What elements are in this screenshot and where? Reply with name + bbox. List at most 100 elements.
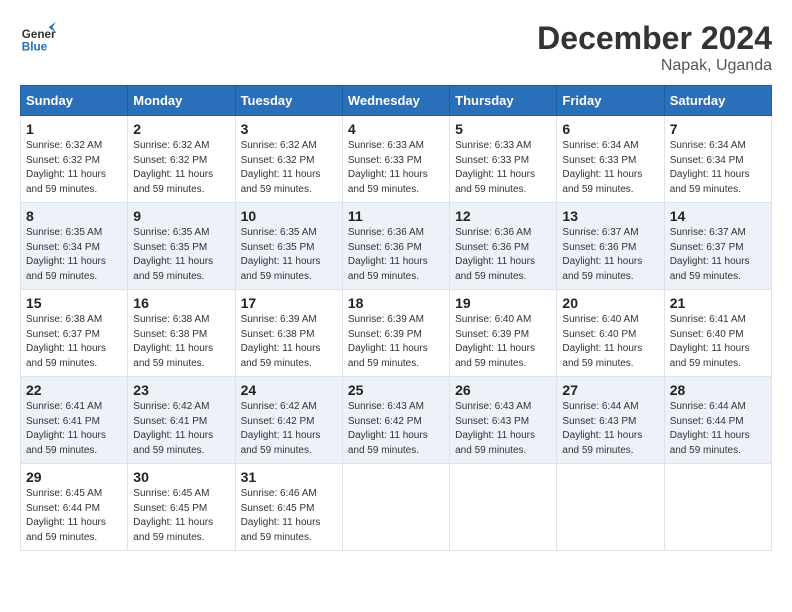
calendar-cell: 7Sunrise: 6:34 AMSunset: 6:34 PMDaylight… <box>664 116 771 203</box>
title-block: December 2024 Napak, Uganda <box>537 20 772 75</box>
week-row-2: 8 Sunrise: 6:35 AMSunset: 6:34 PMDaylight… <box>21 203 772 290</box>
day-header-saturday: Saturday <box>664 86 771 116</box>
day-header-monday: Monday <box>128 86 235 116</box>
calendar-cell: 29 Sunrise: 6:45 AMSunset: 6:44 PMDayligh… <box>21 464 128 551</box>
week-row-1: 1 Sunrise: 6:32 AMSunset: 6:32 PMDaylight… <box>21 116 772 203</box>
calendar-cell: 23Sunrise: 6:42 AMSunset: 6:41 PMDayligh… <box>128 377 235 464</box>
day-info: Sunrise: 6:39 AMSunset: 6:39 PMDaylight:… <box>348 313 444 371</box>
calendar-table: SundayMondayTuesdayWednesdayThursdayFrid… <box>20 85 772 551</box>
day-header-thursday: Thursday <box>450 86 557 116</box>
calendar-cell: 30Sunrise: 6:45 AMSunset: 6:45 PMDayligh… <box>128 464 235 551</box>
calendar-cell: 17 Sunrise: 6:39 AMSunset: 6:38 PMDayligh… <box>235 290 342 377</box>
day-number: 20 <box>562 295 658 311</box>
day-info: Sunrise: 6:45 AMSunset: 6:44 PMDaylight:… <box>26 487 122 545</box>
svg-text:General: General <box>22 28 56 41</box>
day-number: 27 <box>562 382 658 398</box>
calendar-cell: 1 Sunrise: 6:32 AMSunset: 6:32 PMDaylight… <box>21 116 128 203</box>
day-info: Sunrise: 6:35 AMSunset: 6:35 PMDaylight:… <box>133 226 229 284</box>
day-number: 17 <box>241 295 337 311</box>
calendar-cell: 13Sunrise: 6:37 AMSunset: 6:36 PMDayligh… <box>557 203 664 290</box>
day-info: Sunrise: 6:35 AMSunset: 6:34 PMDaylight:… <box>26 226 122 284</box>
day-number: 30 <box>133 469 229 485</box>
calendar-cell: 12Sunrise: 6:36 AMSunset: 6:36 PMDayligh… <box>450 203 557 290</box>
day-info: Sunrise: 6:38 AMSunset: 6:37 PMDaylight:… <box>26 313 122 371</box>
day-header-tuesday: Tuesday <box>235 86 342 116</box>
day-header-sunday: Sunday <box>21 86 128 116</box>
day-number: 11 <box>348 208 444 224</box>
calendar-cell: 25 Sunrise: 6:43 AMSunset: 6:42 PMDayligh… <box>342 377 449 464</box>
day-number: 15 <box>26 295 122 311</box>
day-info: Sunrise: 6:35 AMSunset: 6:35 PMDaylight:… <box>241 226 337 284</box>
calendar-cell: 16 Sunrise: 6:38 AMSunset: 6:38 PMDayligh… <box>128 290 235 377</box>
day-number: 6 <box>562 121 658 137</box>
day-info: Sunrise: 6:32 AMSunset: 6:32 PMDaylight:… <box>241 139 337 197</box>
day-info: Sunrise: 6:38 AMSunset: 6:38 PMDaylight:… <box>133 313 229 371</box>
calendar-cell: 21Sunrise: 6:41 AMSunset: 6:40 PMDayligh… <box>664 290 771 377</box>
day-info: Sunrise: 6:44 AMSunset: 6:43 PMDaylight:… <box>562 400 658 458</box>
day-number: 9 <box>133 208 229 224</box>
calendar-cell: 6Sunrise: 6:34 AMSunset: 6:33 PMDaylight… <box>557 116 664 203</box>
calendar-cell: 20 Sunrise: 6:40 AMSunset: 6:40 PMDayligh… <box>557 290 664 377</box>
page-header: General Blue December 2024 Napak, Uganda <box>20 20 772 75</box>
week-row-4: 22Sunrise: 6:41 AMSunset: 6:41 PMDayligh… <box>21 377 772 464</box>
calendar-cell: 4 Sunrise: 6:33 AMSunset: 6:33 PMDaylight… <box>342 116 449 203</box>
calendar-cell: 26Sunrise: 6:43 AMSunset: 6:43 PMDayligh… <box>450 377 557 464</box>
day-number: 14 <box>670 208 766 224</box>
day-header-wednesday: Wednesday <box>342 86 449 116</box>
day-info: Sunrise: 6:44 AMSunset: 6:44 PMDaylight:… <box>670 400 766 458</box>
day-info: Sunrise: 6:40 AMSunset: 6:39 PMDaylight:… <box>455 313 551 371</box>
calendar-cell: 22Sunrise: 6:41 AMSunset: 6:41 PMDayligh… <box>21 377 128 464</box>
day-number: 28 <box>670 382 766 398</box>
day-number: 2 <box>133 121 229 137</box>
calendar-cell <box>342 464 449 551</box>
calendar-cell: 18 Sunrise: 6:39 AMSunset: 6:39 PMDayligh… <box>342 290 449 377</box>
week-row-3: 15 Sunrise: 6:38 AMSunset: 6:37 PMDayligh… <box>21 290 772 377</box>
day-number: 21 <box>670 295 766 311</box>
day-info: Sunrise: 6:39 AMSunset: 6:38 PMDaylight:… <box>241 313 337 371</box>
day-number: 10 <box>241 208 337 224</box>
svg-text:Blue: Blue <box>22 41 48 54</box>
day-number: 1 <box>26 121 122 137</box>
day-number: 23 <box>133 382 229 398</box>
day-info: Sunrise: 6:36 AMSunset: 6:36 PMDaylight:… <box>455 226 551 284</box>
day-info: Sunrise: 6:33 AMSunset: 6:33 PMDaylight:… <box>348 139 444 197</box>
calendar-cell: 27 Sunrise: 6:44 AMSunset: 6:43 PMDayligh… <box>557 377 664 464</box>
calendar-cell: 11Sunrise: 6:36 AMSunset: 6:36 PMDayligh… <box>342 203 449 290</box>
day-info: Sunrise: 6:37 AMSunset: 6:37 PMDaylight:… <box>670 226 766 284</box>
day-number: 24 <box>241 382 337 398</box>
calendar-cell: 28 Sunrise: 6:44 AMSunset: 6:44 PMDayligh… <box>664 377 771 464</box>
day-info: Sunrise: 6:40 AMSunset: 6:40 PMDaylight:… <box>562 313 658 371</box>
logo-icon: General Blue <box>20 20 56 56</box>
day-number: 7 <box>670 121 766 137</box>
calendar-cell: 2 Sunrise: 6:32 AMSunset: 6:32 PMDaylight… <box>128 116 235 203</box>
calendar-cell <box>450 464 557 551</box>
day-number: 3 <box>241 121 337 137</box>
week-row-5: 29 Sunrise: 6:45 AMSunset: 6:44 PMDayligh… <box>21 464 772 551</box>
calendar-cell: 9 Sunrise: 6:35 AMSunset: 6:35 PMDaylight… <box>128 203 235 290</box>
day-info: Sunrise: 6:43 AMSunset: 6:43 PMDaylight:… <box>455 400 551 458</box>
day-number: 19 <box>455 295 551 311</box>
calendar-cell: 24Sunrise: 6:42 AMSunset: 6:42 PMDayligh… <box>235 377 342 464</box>
day-info: Sunrise: 6:32 AMSunset: 6:32 PMDaylight:… <box>133 139 229 197</box>
calendar-cell: 31Sunrise: 6:46 AMSunset: 6:45 PMDayligh… <box>235 464 342 551</box>
day-header-friday: Friday <box>557 86 664 116</box>
day-info: Sunrise: 6:43 AMSunset: 6:42 PMDaylight:… <box>348 400 444 458</box>
day-info: Sunrise: 6:37 AMSunset: 6:36 PMDaylight:… <box>562 226 658 284</box>
month-title: December 2024 <box>537 20 772 57</box>
day-number: 18 <box>348 295 444 311</box>
calendar-cell: 14 Sunrise: 6:37 AMSunset: 6:37 PMDayligh… <box>664 203 771 290</box>
calendar-cell: 8 Sunrise: 6:35 AMSunset: 6:34 PMDaylight… <box>21 203 128 290</box>
day-number: 8 <box>26 208 122 224</box>
day-info: Sunrise: 6:32 AMSunset: 6:32 PMDaylight:… <box>26 139 122 197</box>
header-row: SundayMondayTuesdayWednesdayThursdayFrid… <box>21 86 772 116</box>
day-number: 29 <box>26 469 122 485</box>
day-number: 25 <box>348 382 444 398</box>
day-number: 4 <box>348 121 444 137</box>
calendar-cell: 10 Sunrise: 6:35 AMSunset: 6:35 PMDayligh… <box>235 203 342 290</box>
day-number: 5 <box>455 121 551 137</box>
calendar-cell: 15 Sunrise: 6:38 AMSunset: 6:37 PMDayligh… <box>21 290 128 377</box>
day-info: Sunrise: 6:41 AMSunset: 6:41 PMDaylight:… <box>26 400 122 458</box>
day-info: Sunrise: 6:46 AMSunset: 6:45 PMDaylight:… <box>241 487 337 545</box>
day-info: Sunrise: 6:33 AMSunset: 6:33 PMDaylight:… <box>455 139 551 197</box>
day-number: 16 <box>133 295 229 311</box>
